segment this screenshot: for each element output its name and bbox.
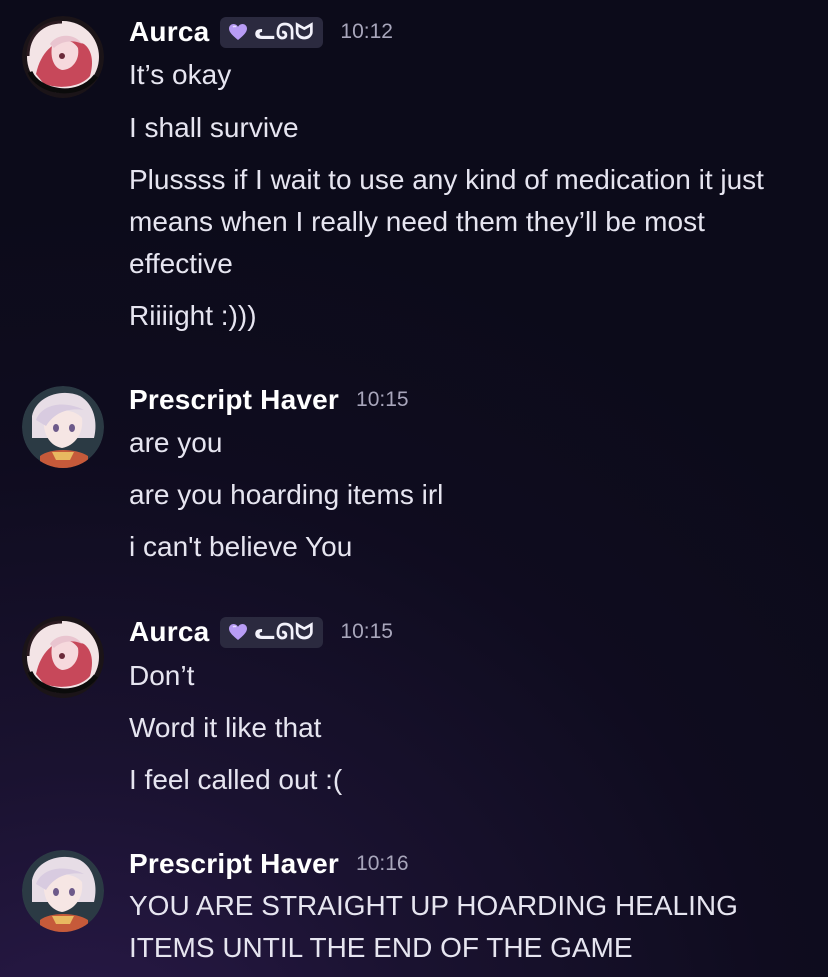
user-tag[interactable]: ᓚᘏᗢ xyxy=(220,16,324,48)
timestamp: 10:15 xyxy=(340,620,393,643)
message-text: Word it like that xyxy=(129,712,322,743)
purple-heart-icon xyxy=(229,624,248,640)
message-text: are you xyxy=(129,427,223,458)
message-text: are you hoarding items irl xyxy=(129,479,444,510)
avatar[interactable] xyxy=(22,616,104,698)
message-text: Plussss if I wait to use any kind of med… xyxy=(129,164,764,279)
timestamp: 10:12 xyxy=(340,20,393,43)
message-header: Aurca ᓚᘏᗢ 10:15 xyxy=(129,612,393,652)
avatar[interactable] xyxy=(22,16,104,98)
message-text: It’s okay xyxy=(129,59,232,90)
message-header: Aurca ᓚᘏᗢ 10:12 xyxy=(129,12,393,52)
message-text: I shall survive xyxy=(129,112,299,143)
tag-text: ᓚᘏᗢ xyxy=(254,19,315,44)
timestamp: 10:16 xyxy=(356,852,409,875)
purple-heart-icon xyxy=(229,24,248,40)
message-text: I feel called out :( xyxy=(129,764,343,795)
message-text: Don’t xyxy=(129,660,195,691)
avatar-aurca-image xyxy=(22,616,104,698)
avatar[interactable] xyxy=(22,386,104,468)
message-text: YOU ARE STRAIGHT UP HOARDING HEALING ITE… xyxy=(129,890,738,963)
message-text: i can't believe You xyxy=(129,531,353,562)
message-header: Prescript Haver 10:15 xyxy=(129,380,409,420)
tag-text: ᓚᘏᗢ xyxy=(254,619,315,644)
user-tag[interactable]: ᓚᘏᗢ xyxy=(220,616,324,648)
message-text: Riiiight :))) xyxy=(129,300,257,331)
username[interactable]: Prescript Haver xyxy=(129,848,339,880)
username[interactable]: Aurca xyxy=(129,16,209,48)
username[interactable]: Prescript Haver xyxy=(129,384,339,416)
message-header: Prescript Haver 10:16 xyxy=(129,844,409,884)
username[interactable]: Aurca xyxy=(129,616,209,648)
avatar-aurca-image xyxy=(22,16,104,98)
chat-message-list: Aurca ᓚᘏᗢ 10:12 It’s okay I shall surviv… xyxy=(0,0,828,977)
timestamp: 10:15 xyxy=(356,388,409,411)
avatar-prescript-haver-image xyxy=(22,850,104,932)
avatar-prescript-haver-image xyxy=(22,386,104,468)
avatar[interactable] xyxy=(22,850,104,932)
